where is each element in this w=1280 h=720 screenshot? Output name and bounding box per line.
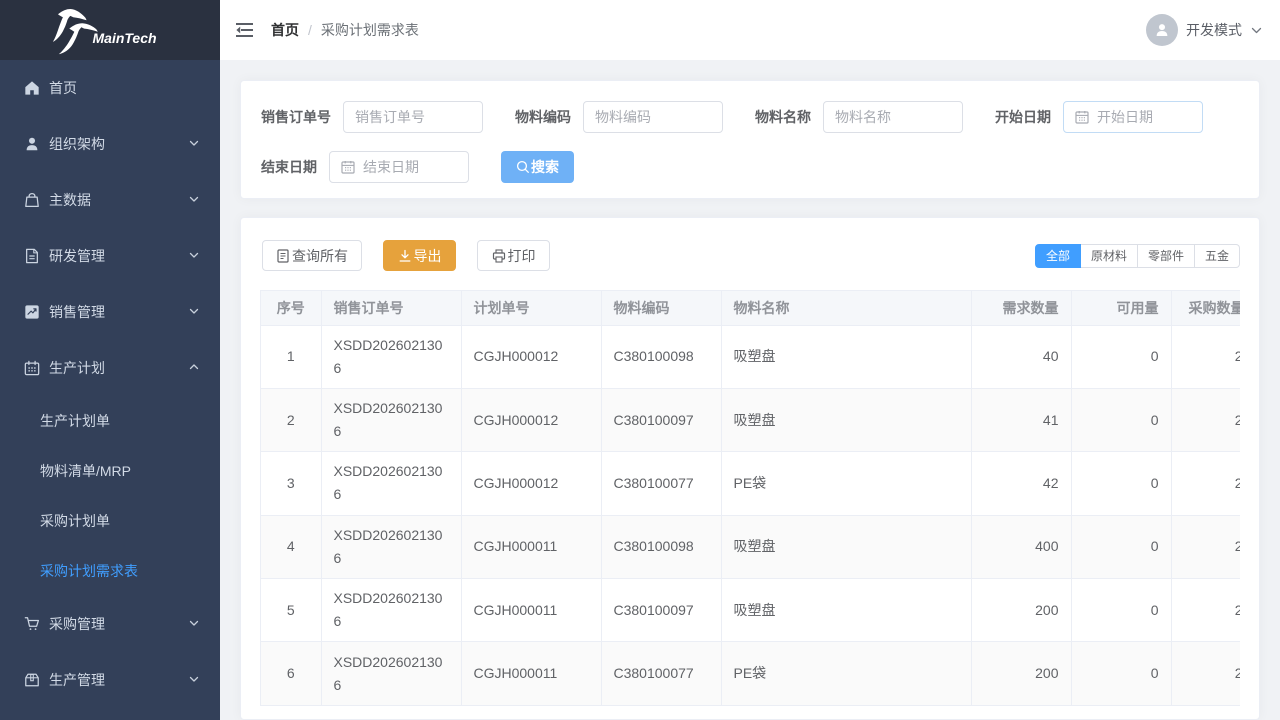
svg-text:MainTech: MainTech: [93, 30, 157, 46]
